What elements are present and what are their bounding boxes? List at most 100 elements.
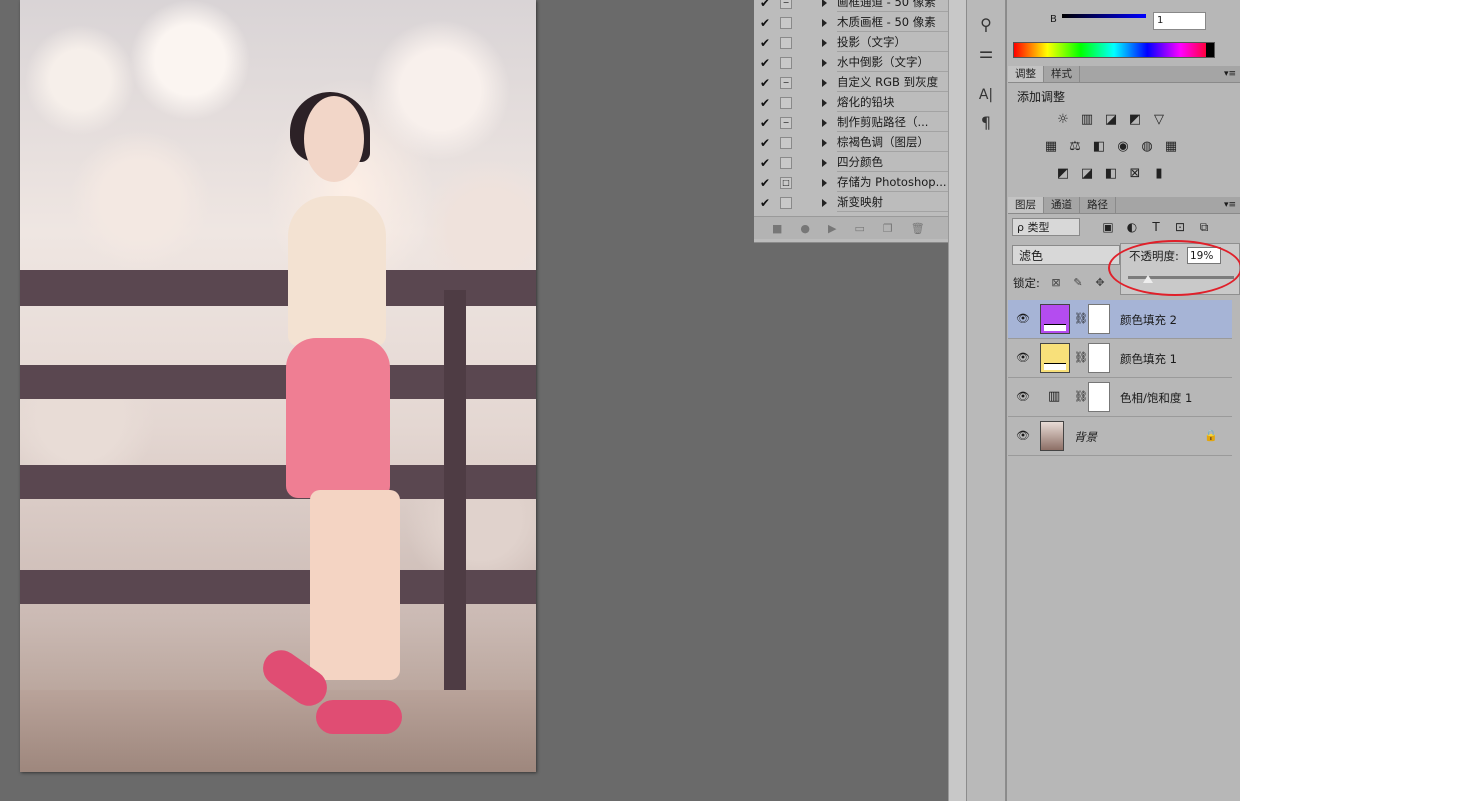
paragraph-panel-icon[interactable]: ¶: [975, 112, 997, 134]
shape-filter-icon[interactable]: ⊡: [1172, 219, 1188, 235]
link-icon[interactable]: ⛓: [1074, 390, 1088, 403]
brush-preset-icon[interactable]: ⚲: [975, 14, 997, 36]
eye-icon[interactable]: 👁: [1016, 351, 1030, 365]
dialog-toggle[interactable]: −: [780, 117, 792, 129]
lock-position-icon[interactable]: ✥: [1093, 276, 1107, 290]
posterize-icon[interactable]: ◪: [1078, 166, 1096, 182]
panel-menu-icon[interactable]: ▾≡: [1224, 197, 1240, 213]
check-icon[interactable]: ✔: [754, 156, 776, 170]
layer-mask-thumbnail[interactable]: [1088, 382, 1110, 412]
blend-mode-select[interactable]: 滤色: [1012, 245, 1120, 265]
delete-action-button[interactable]: 🗑: [911, 222, 925, 235]
check-icon[interactable]: ✔: [754, 56, 776, 70]
action-item[interactable]: ✔ 熔化的铅块: [754, 93, 954, 113]
adjustment-filter-icon[interactable]: ◐: [1124, 219, 1140, 235]
black-white-icon[interactable]: ◧: [1090, 139, 1108, 155]
threshold-icon[interactable]: ◧: [1102, 166, 1120, 182]
character-panel-icon[interactable]: A|: [975, 84, 997, 106]
tab-channels[interactable]: 通道: [1044, 197, 1080, 213]
panel-menu-icon[interactable]: ▾≡: [1224, 66, 1240, 82]
action-item[interactable]: ✔ 水中倒影（文字）: [754, 53, 954, 73]
layer-name[interactable]: 颜色填充 1: [1120, 351, 1177, 367]
new-set-button[interactable]: ▭: [854, 222, 864, 235]
dialog-toggle[interactable]: [780, 57, 792, 69]
invert-icon[interactable]: ◩: [1054, 166, 1072, 182]
expand-triangle-icon[interactable]: [822, 39, 827, 47]
check-icon[interactable]: ✔: [754, 136, 776, 150]
tab-paths[interactable]: 路径: [1080, 197, 1116, 213]
expand-triangle-icon[interactable]: [822, 179, 827, 187]
layer-row[interactable]: 👁 ⛓ 颜色填充 2: [1008, 300, 1232, 339]
check-icon[interactable]: ✔: [754, 76, 776, 90]
dialog-toggle[interactable]: [780, 197, 792, 209]
expand-triangle-icon[interactable]: [822, 0, 827, 7]
check-icon[interactable]: ✔: [754, 176, 776, 190]
expand-triangle-icon[interactable]: [822, 159, 827, 167]
dialog-toggle[interactable]: [780, 97, 792, 109]
action-item[interactable]: ✔ 四分颜色: [754, 153, 954, 173]
expand-triangle-icon[interactable]: [822, 99, 827, 107]
hue-saturation-icon[interactable]: ▦: [1042, 139, 1060, 155]
action-item[interactable]: ✔ − 自定义 RGB 到灰度: [754, 73, 954, 93]
color-lookup-icon[interactable]: ▦: [1162, 139, 1180, 155]
layer-mask-thumbnail[interactable]: [1088, 304, 1110, 334]
check-icon[interactable]: ✔: [754, 116, 776, 130]
curves-icon[interactable]: ◪: [1102, 112, 1120, 128]
layer-row[interactable]: 👁 ▥ ⛓ 色相/饱和度 1: [1008, 378, 1232, 417]
dialog-toggle[interactable]: [780, 17, 792, 29]
channel-mixer-icon[interactable]: ◍: [1138, 139, 1156, 155]
pixel-filter-icon[interactable]: ▣: [1100, 219, 1116, 235]
eye-icon[interactable]: 👁: [1016, 312, 1030, 326]
tab-layers[interactable]: 图层: [1008, 197, 1044, 213]
expand-triangle-icon[interactable]: [822, 119, 827, 127]
expand-triangle-icon[interactable]: [822, 59, 827, 67]
action-item[interactable]: ✔ − 制作剪贴路径（...: [754, 113, 954, 133]
play-button[interactable]: ▶: [828, 222, 836, 235]
expand-triangle-icon[interactable]: [822, 199, 827, 207]
record-button[interactable]: ●: [800, 222, 810, 235]
new-action-button[interactable]: ❐: [883, 222, 893, 235]
photo-filter-icon[interactable]: ◉: [1114, 139, 1132, 155]
color-b-slider[interactable]: [1062, 14, 1146, 18]
check-icon[interactable]: ✔: [754, 36, 776, 50]
eye-icon[interactable]: 👁: [1016, 390, 1030, 404]
selective-color-icon[interactable]: ⊠: [1126, 166, 1144, 182]
layer-thumbnail[interactable]: [1040, 421, 1064, 451]
lock-transparent-icon[interactable]: ⊠: [1049, 276, 1063, 290]
layer-row[interactable]: 👁 ⛓ 颜色填充 1: [1008, 339, 1232, 378]
dialog-toggle[interactable]: −: [780, 77, 792, 89]
layer-name[interactable]: 颜色填充 2: [1120, 312, 1177, 328]
expand-triangle-icon[interactable]: [822, 19, 827, 27]
lock-pixels-icon[interactable]: ✎: [1071, 276, 1085, 290]
adjust-sliders-icon[interactable]: ⚌: [975, 42, 997, 64]
color-balance-icon[interactable]: ⚖: [1066, 139, 1084, 155]
smart-object-filter-icon[interactable]: ⧉: [1196, 219, 1212, 235]
layer-thumbnail[interactable]: [1040, 343, 1070, 373]
check-icon[interactable]: ✔: [754, 96, 776, 110]
brightness-icon[interactable]: ☼: [1054, 112, 1072, 128]
expand-triangle-icon[interactable]: [822, 79, 827, 87]
dialog-toggle[interactable]: [780, 137, 792, 149]
tab-styles[interactable]: 样式: [1044, 66, 1080, 82]
action-item[interactable]: ✔ 木质画框 - 50 像素: [754, 13, 954, 33]
color-spectrum-ramp[interactable]: [1013, 42, 1215, 58]
check-icon[interactable]: ✔: [754, 16, 776, 30]
eye-icon[interactable]: 👁: [1016, 429, 1030, 443]
layer-mask-thumbnail[interactable]: [1088, 343, 1110, 373]
check-icon[interactable]: ✔: [754, 196, 776, 210]
action-item[interactable]: ✔ 棕褐色调（图层）: [754, 133, 954, 153]
dialog-toggle[interactable]: [780, 157, 792, 169]
link-icon[interactable]: ⛓: [1074, 312, 1088, 325]
link-icon[interactable]: ⛓: [1074, 351, 1088, 364]
check-icon[interactable]: ✔: [754, 0, 776, 10]
dialog-toggle[interactable]: □: [780, 177, 792, 189]
dialog-toggle[interactable]: −: [780, 0, 792, 9]
action-item[interactable]: ✔ 渐变映射: [754, 193, 954, 213]
type-filter-icon[interactable]: T: [1148, 219, 1164, 235]
action-item[interactable]: ✔ □ 存储为 Photoshop...: [754, 173, 954, 193]
layer-filter-select[interactable]: ρ 类型: [1012, 218, 1080, 236]
stop-button[interactable]: ■: [772, 222, 782, 235]
exposure-icon[interactable]: ◩: [1126, 112, 1144, 128]
dialog-toggle[interactable]: [780, 37, 792, 49]
layer-name[interactable]: 色相/饱和度 1: [1120, 390, 1192, 406]
